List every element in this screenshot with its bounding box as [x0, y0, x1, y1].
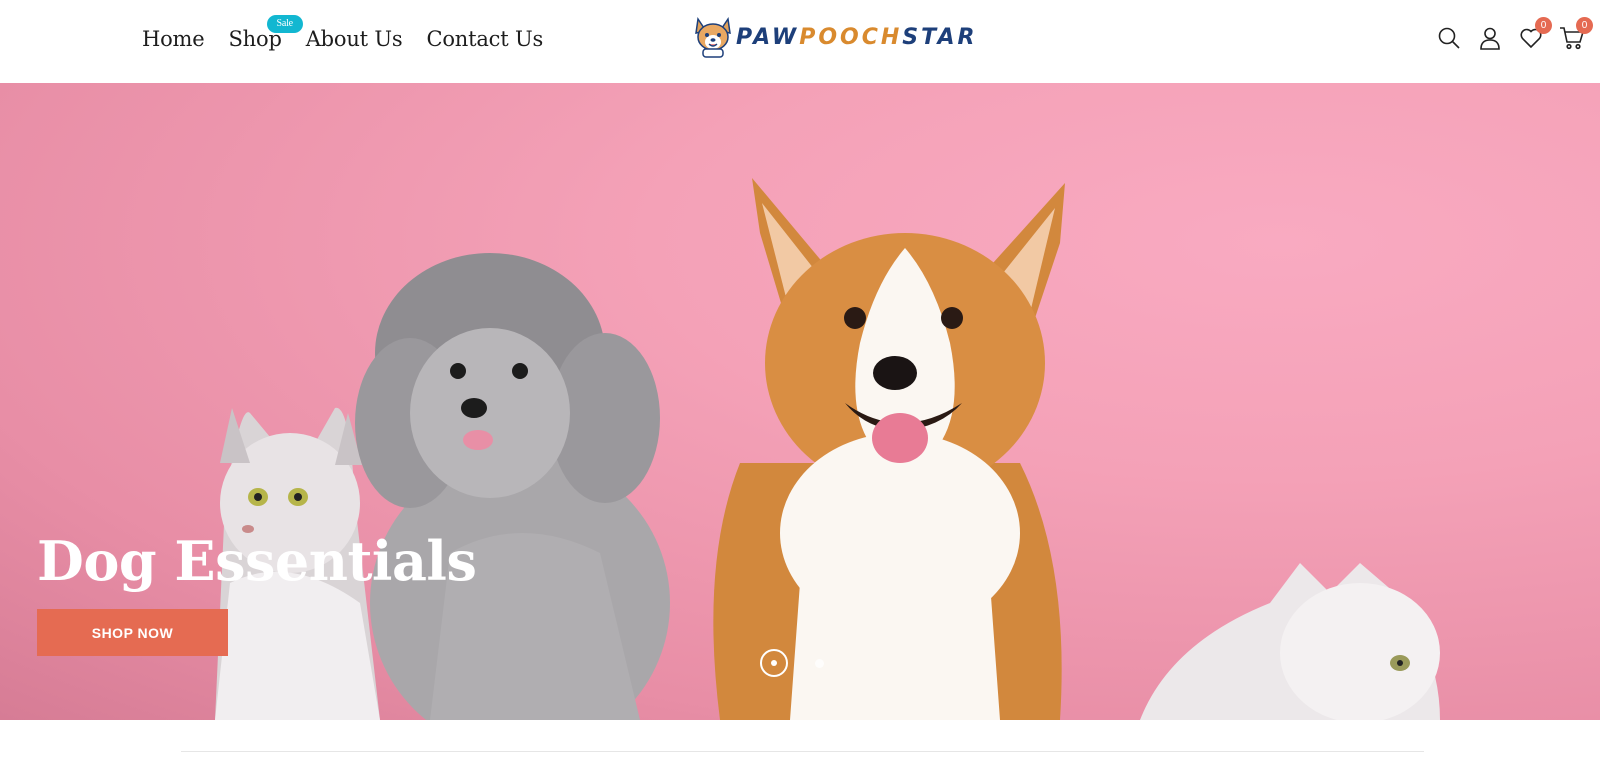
header-actions: 0 0 — [1434, 17, 1598, 54]
main-nav: Home Shop Sale About Us Contact Us — [142, 15, 567, 54]
logo-text-star: STAR — [902, 24, 978, 50]
hero-slider: Dog Essentials SHOP NOW — [0, 83, 1600, 720]
hero-title: Dog Essentials — [37, 529, 477, 593]
search-icon — [1438, 27, 1460, 49]
search-button[interactable] — [1434, 23, 1464, 53]
nav-home[interactable]: Home — [142, 27, 205, 51]
nav-about-us[interactable]: About Us — [306, 27, 403, 51]
account-button[interactable] — [1475, 23, 1505, 53]
section-divider — [181, 751, 1424, 752]
hero-pets-image — [215, 178, 1440, 720]
poodle-illustration — [355, 253, 670, 720]
slider-dot-2[interactable] — [815, 658, 824, 668]
cart-button[interactable]: 0 — [1557, 17, 1593, 53]
sale-badge: Sale — [266, 15, 303, 33]
nav-contact-us[interactable]: Contact Us — [426, 27, 543, 51]
user-icon — [1480, 27, 1500, 50]
logo-text-pooch: POOCH — [799, 24, 903, 50]
wishlist-count-badge: 0 — [1535, 17, 1552, 34]
nav-shop[interactable]: Shop Sale — [229, 15, 303, 51]
corgi-logo-icon — [692, 15, 734, 59]
shop-now-button[interactable]: SHOP NOW — [37, 609, 228, 656]
logo-text: PAWPOOCHSTAR — [736, 25, 977, 50]
slider-pagination — [760, 649, 824, 677]
cart-count-badge: 0 — [1576, 17, 1593, 34]
logo-text-paw: PAW — [736, 24, 800, 50]
wishlist-button[interactable]: 0 — [1516, 17, 1552, 53]
site-logo[interactable]: PAWPOOCHSTAR — [692, 14, 974, 60]
slider-dot-1-active[interactable] — [760, 649, 788, 677]
cat-right-illustration — [1140, 563, 1440, 720]
corgi-illustration — [713, 178, 1065, 720]
site-header: Home Shop Sale About Us Contact Us PAWPO… — [0, 0, 1600, 83]
